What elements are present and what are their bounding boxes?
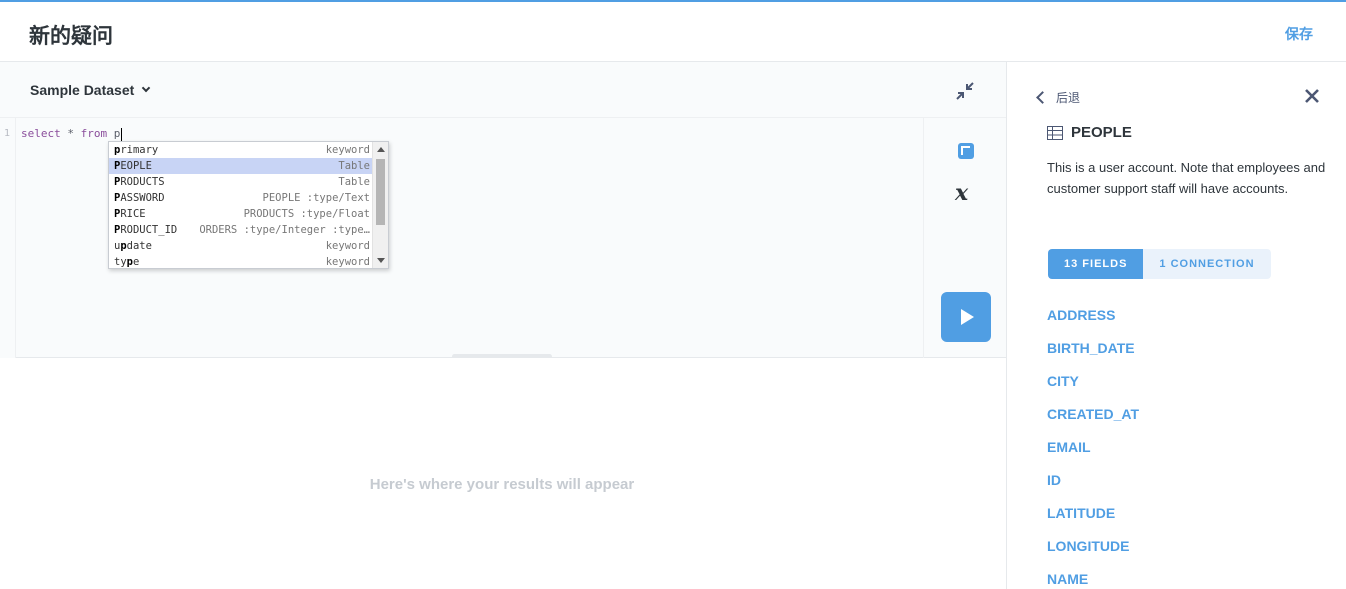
sidebar-tabs: 13 FIELDS 1 CONNECTION: [1048, 249, 1271, 279]
item-meta: ORDERS :type/Integer :type…: [199, 224, 370, 236]
autocomplete-item[interactable]: PRODUCT_ID ORDERS :type/Integer :type…: [109, 222, 372, 238]
database-selector[interactable]: Sample Dataset: [30, 82, 151, 98]
item-meta: Table: [338, 160, 370, 172]
item-meta: PEOPLE :type/Text: [262, 192, 370, 204]
field-item[interactable]: NAME: [1047, 569, 1139, 589]
field-item[interactable]: BIRTH_DATE: [1047, 338, 1139, 371]
sql-keyword-select: select: [21, 127, 61, 140]
field-item[interactable]: ID: [1047, 470, 1139, 503]
line-number: 1: [4, 128, 11, 139]
item-meta: keyword: [325, 240, 370, 252]
item-text: date: [126, 240, 152, 252]
scroll-up-icon[interactable]: [377, 147, 385, 152]
collapse-editor-icon[interactable]: [955, 81, 975, 101]
field-item[interactable]: CREATED_AT: [1047, 404, 1139, 437]
autocomplete-item[interactable]: PASSWORD PEOPLE :type/Text: [109, 190, 372, 206]
item-text: ty: [114, 256, 127, 268]
table-name: PEOPLE: [1071, 124, 1132, 141]
editor-side-tools: x: [923, 118, 1006, 358]
autocomplete-item[interactable]: PRODUCTS Table: [109, 174, 372, 190]
results-area: Here's where your results will appear: [0, 358, 1006, 589]
sql-keyword-from: from: [80, 127, 108, 140]
table-icon: [1047, 125, 1063, 140]
back-button[interactable]: 后退: [1034, 89, 1080, 106]
autocomplete-item[interactable]: update keyword: [109, 238, 372, 254]
variables-icon[interactable]: x: [955, 180, 968, 206]
header: 新的疑问 保存: [0, 2, 1346, 62]
empty-results-message: Here's where your results will appear: [369, 476, 635, 493]
autocomplete-popup: primary keyword PEOPLE Table PRODUCTS Ta…: [108, 141, 389, 269]
autocomplete-item-selected[interactable]: PEOPLE Table: [109, 158, 372, 174]
item-text: RODUCTS: [120, 176, 165, 188]
scroll-down-icon[interactable]: [377, 258, 385, 263]
sql-text-tail: p: [107, 127, 121, 140]
field-item[interactable]: LONGITUDE: [1047, 536, 1139, 569]
field-item[interactable]: EMAIL: [1047, 437, 1139, 470]
sql-code-input[interactable]: select * from p: [21, 127, 123, 141]
line-gutter: 1: [0, 118, 16, 358]
chevron-down-icon: [142, 83, 151, 93]
item-text: RICE: [120, 208, 146, 220]
tab-fields[interactable]: 13 FIELDS: [1048, 249, 1144, 279]
save-button[interactable]: 保存: [1285, 24, 1313, 44]
snippet-icon[interactable]: [957, 142, 975, 160]
text-caret: [121, 127, 123, 141]
field-item[interactable]: LATITUDE: [1047, 503, 1139, 536]
page-title: 新的疑问: [29, 25, 113, 48]
chevron-left-icon: [1036, 91, 1049, 104]
item-text: ASSWORD: [120, 192, 165, 204]
database-selector-label: Sample Dataset: [30, 82, 135, 98]
item-text: e: [132, 256, 140, 268]
table-heading: PEOPLE: [1047, 124, 1132, 141]
autocomplete-item[interactable]: type keyword: [109, 254, 372, 268]
item-text: rimary: [120, 144, 159, 156]
scrollbar-thumb[interactable]: [376, 159, 385, 225]
item-meta: keyword: [325, 144, 370, 156]
item-text: EOPLE: [120, 160, 152, 172]
table-description: This is a user account. Note that employ…: [1047, 160, 1326, 196]
field-item[interactable]: CITY: [1047, 371, 1139, 404]
back-label: 后退: [1056, 91, 1081, 105]
autocomplete-scrollbar[interactable]: [372, 142, 388, 268]
item-text: RODUCT_ID: [120, 224, 178, 236]
field-item[interactable]: ADDRESS: [1047, 305, 1139, 338]
data-reference-sidebar: 后退 PEOPLE This is a user account. Note t…: [1006, 62, 1346, 589]
sql-text: *: [60, 127, 81, 140]
field-list: ADDRESS BIRTH_DATE CITY CREATED_AT EMAIL…: [1047, 305, 1139, 589]
database-bar: Sample Dataset: [0, 62, 1006, 118]
autocomplete-item[interactable]: primary keyword: [109, 142, 372, 158]
autocomplete-item[interactable]: PRICE PRODUCTS :type/Float: [109, 206, 372, 222]
play-icon: [961, 309, 974, 325]
item-meta: keyword: [325, 256, 370, 268]
item-meta: PRODUCTS :type/Float: [243, 208, 370, 220]
run-query-button[interactable]: [941, 292, 991, 342]
item-meta: Table: [338, 176, 370, 188]
tab-connections[interactable]: 1 CONNECTION: [1143, 249, 1271, 279]
close-icon[interactable]: [1303, 87, 1321, 105]
